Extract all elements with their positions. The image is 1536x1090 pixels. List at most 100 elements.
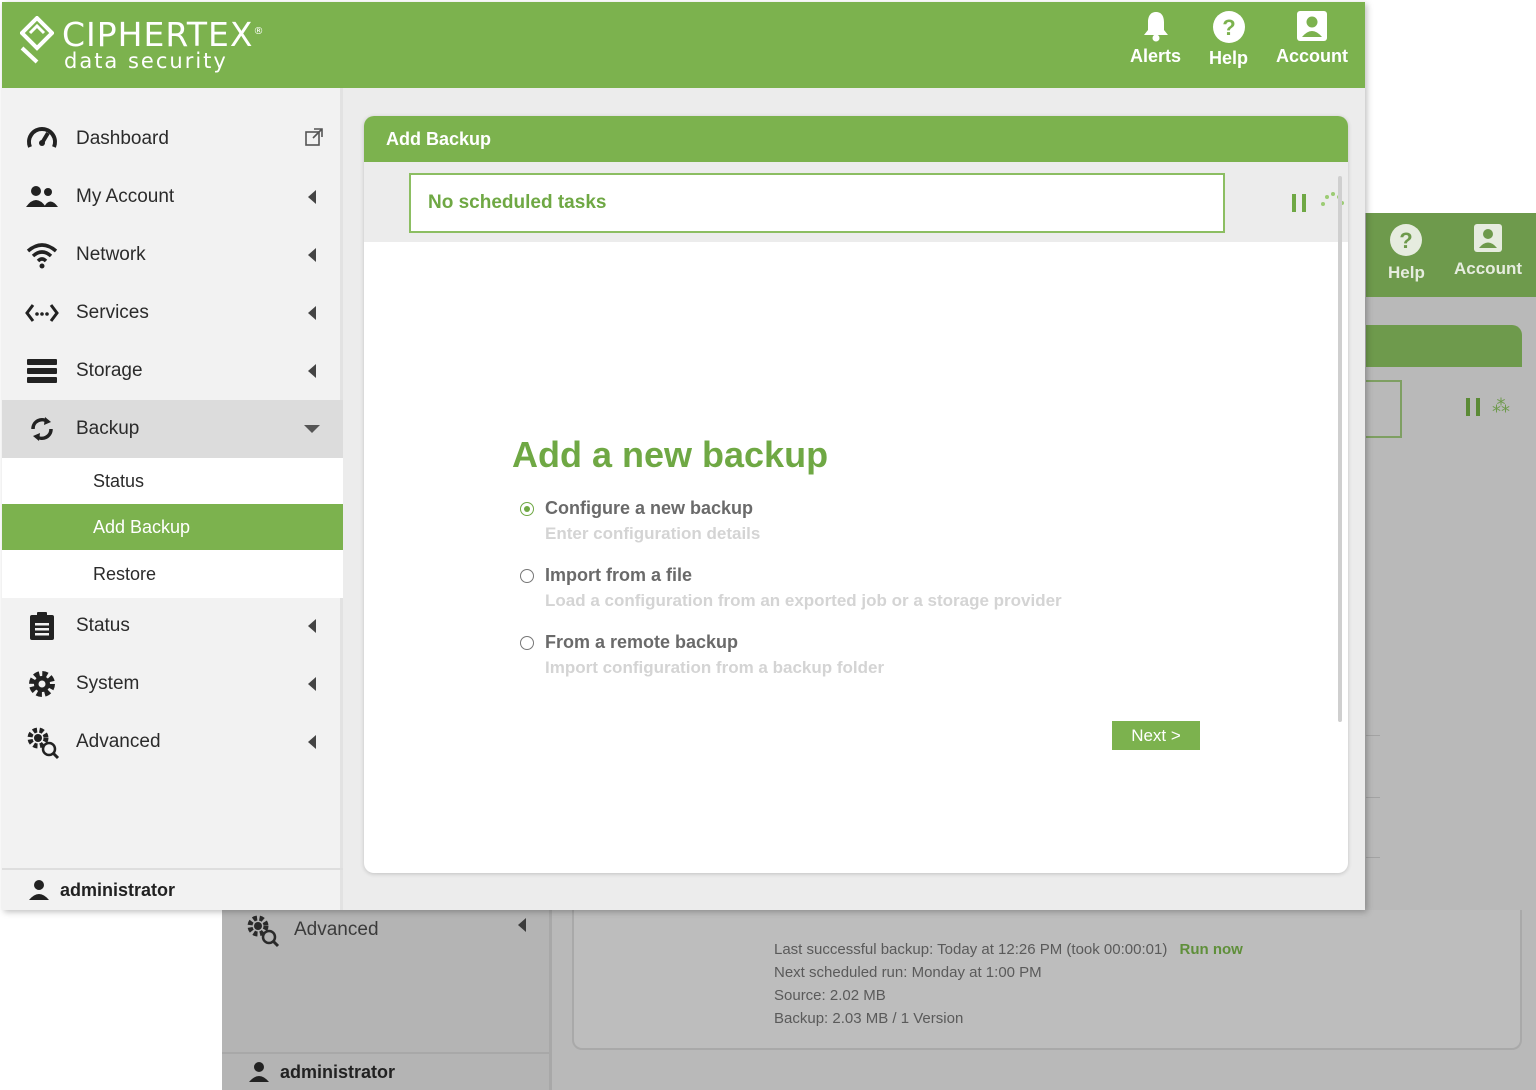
background-pause-icon <box>1466 398 1480 416</box>
sidebar-item-label: Network <box>76 244 146 265</box>
sidebar-item-backup[interactable]: Backup <box>2 400 343 458</box>
account-icon <box>1474 224 1502 252</box>
sidebar-subitem-status[interactable]: Status <box>2 458 343 504</box>
alerts-button[interactable]: Alerts <box>1130 10 1181 67</box>
registered-mark: ® <box>253 26 265 37</box>
logo[interactable]: CIPHERTEX® data security <box>20 16 264 73</box>
sidebar-item-status[interactable]: Status <box>2 597 343 655</box>
sidebar-item-label: My Account <box>76 186 175 207</box>
brand-tagline: data security <box>64 49 228 73</box>
server-icon <box>24 353 60 389</box>
sidebar-item-system[interactable]: System <box>2 655 343 713</box>
background-header: ? Help Account <box>1366 213 1536 297</box>
collapse-arrow-icon <box>308 248 316 262</box>
collapse-arrow-icon <box>308 735 316 749</box>
help-button[interactable]: ? Help <box>1209 10 1248 69</box>
sidebar-subitem-restore[interactable]: Restore <box>2 551 343 597</box>
collapse-arrow-icon <box>308 619 316 633</box>
background-sidebar-label: Advanced <box>294 919 379 940</box>
background-divider <box>1366 857 1380 858</box>
next-button[interactable]: Next > <box>1112 721 1200 750</box>
sidebar-item-network[interactable]: Network <box>2 226 343 284</box>
background-divider <box>1366 735 1380 736</box>
svg-text:?: ? <box>1400 228 1413 253</box>
background-divider <box>1366 797 1380 798</box>
background-sidebar: Advanced administrator <box>222 910 552 1090</box>
sidebar-item-label: Dashboard <box>76 128 169 149</box>
stat-label: Last successful backup: <box>774 941 934 958</box>
sync-icon <box>24 411 60 447</box>
username: administrator <box>60 879 176 900</box>
chevron-down-icon <box>304 425 320 433</box>
collapse-arrow-icon <box>308 364 316 378</box>
source-row: Source: 2.02 MB <box>774 984 1243 1007</box>
external-link-icon[interactable] <box>304 127 324 152</box>
collapse-arrow-icon <box>308 677 316 691</box>
help-icon: ? <box>1390 224 1423 256</box>
sidebar-item-services[interactable]: Services <box>2 284 343 342</box>
account-label: Account <box>1276 46 1348 66</box>
main-window: CIPHERTEX® data security Alerts ? Help A… <box>2 2 1365 910</box>
alerts-label: Alerts <box>1130 46 1182 66</box>
gear-icon <box>24 666 60 702</box>
background-task-box <box>1366 380 1402 438</box>
gears-search-icon <box>24 724 60 760</box>
last-backup-row: Last successful backup: Today at 12:26 P… <box>774 938 1243 961</box>
stat-value: 2.03 MB / 1 Version <box>832 1010 964 1027</box>
scrollbar[interactable] <box>1338 176 1342 722</box>
logo-text: CIPHERTEX® data security <box>62 16 264 73</box>
background-help-button[interactable]: ? Help <box>1388 223 1425 283</box>
gears-search-icon <box>247 915 280 948</box>
radio-button[interactable] <box>520 636 534 650</box>
run-now-link[interactable]: Run now <box>1180 941 1243 958</box>
clipboard-icon <box>24 608 60 644</box>
stat-value: 2.02 MB <box>829 987 886 1004</box>
bell-icon <box>1143 12 1168 42</box>
sidebar-subitem-add-backup[interactable]: Add Backup <box>2 504 343 550</box>
sidebar-item-storage[interactable]: Storage <box>2 342 343 400</box>
help-icon: ? <box>1212 11 1245 43</box>
wifi-icon <box>24 237 60 273</box>
sidebar-item-label: Storage <box>76 360 143 381</box>
scheduled-tasks-box: No scheduled tasks <box>409 173 1225 233</box>
speedometer-icon <box>24 121 60 157</box>
background-spinner-icon: ⁂ <box>1492 396 1510 416</box>
user-icon <box>29 880 49 900</box>
radio-button[interactable] <box>520 569 534 583</box>
background-backup-stats: Last successful backup: Today at 12:26 P… <box>774 938 1243 1030</box>
background-status-panel: Last successful backup: Today at 12:26 P… <box>572 910 1522 1050</box>
background-username: administrator <box>280 1061 396 1082</box>
radio-button-selected[interactable] <box>520 502 534 516</box>
stat-label: Next scheduled run: <box>774 964 908 981</box>
add-backup-panel: Add Backup No scheduled tasks Add a new … <box>364 116 1348 873</box>
background-account-button[interactable]: Account <box>1454 223 1522 279</box>
code-icon <box>24 295 60 331</box>
background-help-label: Help <box>1388 263 1425 282</box>
option-title: Import from a file <box>545 565 693 585</box>
background-user-bar[interactable]: administrator <box>222 1052 552 1090</box>
option-title: Configure a new backup <box>545 498 754 518</box>
brand-name: CIPHERTEX® <box>62 16 264 51</box>
stat-label: Source: <box>774 987 826 1004</box>
option-description: Load a configuration from an exported jo… <box>545 591 1062 610</box>
stat-value: Today at 12:26 PM (took 00:00:01) <box>937 941 1168 958</box>
account-button[interactable]: Account <box>1276 10 1348 67</box>
backup-submenu: Status Add Backup Restore <box>2 458 343 598</box>
pause-icon[interactable] <box>1292 194 1306 212</box>
background-panel-header <box>1366 325 1522 367</box>
help-label: Help <box>1209 48 1249 68</box>
next-run-row: Next scheduled run: Monday at 1:00 PM <box>774 961 1243 984</box>
account-icon <box>1297 11 1327 41</box>
svg-text:?: ? <box>1222 15 1235 40</box>
sidebar-item-dashboard[interactable]: Dashboard <box>2 110 343 168</box>
sidebar-item-advanced[interactable]: Advanced <box>2 713 343 771</box>
collapse-arrow-icon <box>308 306 316 320</box>
user-bar[interactable]: administrator <box>2 868 343 910</box>
logo-mark-icon <box>20 16 54 64</box>
background-sidebar-item-advanced[interactable]: Advanced <box>244 912 379 948</box>
sidebar-item-label: Services <box>76 302 149 323</box>
sidebar-item-my-account[interactable]: My Account <box>2 168 343 226</box>
top-header: CIPHERTEX® data security Alerts ? Help A… <box>2 2 1365 88</box>
task-bar: No scheduled tasks <box>364 162 1348 242</box>
backup-size-row: Backup: 2.03 MB / 1 Version <box>774 1007 1243 1030</box>
